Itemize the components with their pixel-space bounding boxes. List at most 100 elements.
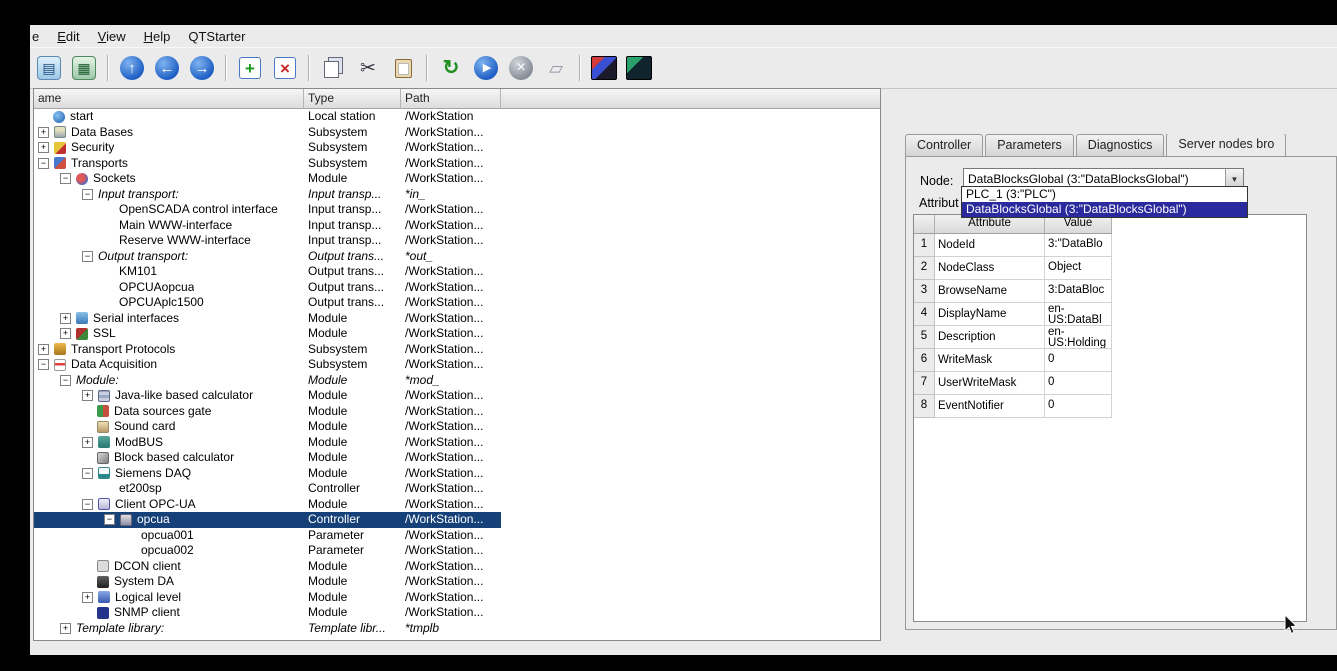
remove-item-icon-button[interactable]: × bbox=[270, 53, 300, 83]
collapse-icon[interactable]: − bbox=[38, 158, 49, 169]
qtstarter-screen-icon-button[interactable] bbox=[624, 53, 654, 83]
tree-row-et200sp[interactable]: et200spController/WorkStation... bbox=[34, 481, 880, 497]
attr-table-row[interactable]: 6WriteMask0 bbox=[914, 349, 1306, 372]
tree-row-data-bases[interactable]: +Data BasesSubsystem/WorkStation... bbox=[34, 125, 880, 141]
collapse-icon[interactable]: − bbox=[82, 499, 93, 510]
tree-row-security[interactable]: +SecuritySubsystem/WorkStation... bbox=[34, 140, 880, 156]
qtstarter-window-icon-button[interactable] bbox=[589, 53, 619, 83]
tree-item-path: /WorkStation... bbox=[401, 559, 501, 575]
refresh-icon-button[interactable]: ↻ bbox=[436, 53, 466, 83]
tree-row-km101[interactable]: KM101Output trans.../WorkStation... bbox=[34, 264, 880, 280]
tree-item-path: /WorkStation... bbox=[401, 574, 501, 590]
tree-row-data-acquisition[interactable]: −Data AcquisitionSubsystem/WorkStation..… bbox=[34, 357, 880, 373]
forward-icon-button[interactable]: → bbox=[187, 53, 217, 83]
collapse-icon[interactable]: − bbox=[82, 189, 93, 200]
tree-row-start[interactable]: startLocal station/WorkStation bbox=[34, 109, 880, 125]
tree-row-input-transport[interactable]: −Input transport:Input transp...*in_ bbox=[34, 187, 880, 203]
attr-table-row[interactable]: 5Descriptionen-US:Holding bbox=[914, 326, 1306, 349]
tab-controller[interactable]: Controller bbox=[905, 134, 983, 156]
tree-row-java-like-based-calculator[interactable]: +Java-like based calculatorModule/WorkSt… bbox=[34, 388, 880, 404]
attr-table-row[interactable]: 8EventNotifier0 bbox=[914, 395, 1306, 418]
start-item-icon-button[interactable]: ▶ bbox=[471, 53, 501, 83]
eraser-icon-button[interactable]: ▱ bbox=[541, 53, 571, 83]
tree-row-dcon-client[interactable]: DCON clientModule/WorkStation... bbox=[34, 559, 880, 575]
tab-parameters[interactable]: Parameters bbox=[985, 134, 1074, 156]
tree-row-output-transport[interactable]: −Output transport:Output trans...*out_ bbox=[34, 249, 880, 265]
expand-icon[interactable]: + bbox=[60, 313, 71, 324]
tree-row-main-www-interface[interactable]: Main WWW-interfaceInput transp.../WorkSt… bbox=[34, 218, 880, 234]
column-header-type[interactable]: Type bbox=[304, 89, 401, 109]
collapse-icon[interactable]: − bbox=[82, 468, 93, 479]
expand-icon[interactable]: + bbox=[82, 592, 93, 603]
tab-server-nodes-bro[interactable]: Server nodes bro bbox=[1166, 134, 1286, 156]
tree-row-transports[interactable]: −TransportsSubsystem/WorkStation... bbox=[34, 156, 880, 172]
tree-row-siemens-daq[interactable]: −Siemens DAQModule/WorkStation... bbox=[34, 466, 880, 482]
expand-icon[interactable]: + bbox=[38, 142, 49, 153]
expand-icon[interactable]: + bbox=[60, 328, 71, 339]
up-icon: ↑ bbox=[120, 56, 144, 80]
paste-icon-button[interactable] bbox=[388, 53, 418, 83]
tree-row-block-based-calculator[interactable]: Block based calculatorModule/WorkStation… bbox=[34, 450, 880, 466]
tree-row-module[interactable]: −Module:Module*mod_ bbox=[34, 373, 880, 389]
tree-item-path: *tmplb bbox=[401, 621, 501, 637]
tree-row-snmp-client[interactable]: SNMP clientModule/WorkStation... bbox=[34, 605, 880, 621]
row-filler bbox=[501, 295, 880, 311]
collapse-icon[interactable]: − bbox=[82, 251, 93, 262]
collapse-icon[interactable]: − bbox=[38, 359, 49, 370]
tree-row-opcua001[interactable]: opcua001Parameter/WorkStation... bbox=[34, 528, 880, 544]
tree-row-data-sources-gate[interactable]: Data sources gateModule/WorkStation... bbox=[34, 404, 880, 420]
tree-row-client-opc-ua[interactable]: −Client OPC-UAModule/WorkStation... bbox=[34, 497, 880, 513]
dropdown-item-plc-1-3-plc[interactable]: PLC_1 (3:"PLC") bbox=[962, 187, 1247, 202]
attr-table-row[interactable]: 7UserWriteMask0 bbox=[914, 372, 1306, 395]
load-db-icon-button[interactable]: ▤ bbox=[34, 53, 64, 83]
menu-item-help[interactable]: Help bbox=[135, 27, 180, 46]
tree-row-sound-card[interactable]: Sound cardModule/WorkStation... bbox=[34, 419, 880, 435]
row-filler bbox=[501, 481, 880, 497]
tab-diagnostics[interactable]: Diagnostics bbox=[1076, 134, 1165, 156]
tree-row-logical-level[interactable]: +Logical levelModule/WorkStation... bbox=[34, 590, 880, 606]
tree-item-label: Sockets bbox=[93, 171, 136, 187]
collapse-icon[interactable]: − bbox=[60, 375, 71, 386]
stop-item-icon-button[interactable]: × bbox=[506, 53, 536, 83]
expand-icon[interactable]: + bbox=[82, 437, 93, 448]
expand-icon[interactable]: + bbox=[82, 390, 93, 401]
tree-row-system-da[interactable]: System DAModule/WorkStation... bbox=[34, 574, 880, 590]
collapse-icon[interactable]: − bbox=[60, 173, 71, 184]
attr-table-row[interactable]: 3BrowseName3:DataBloc bbox=[914, 280, 1306, 303]
tree-row-serial-interfaces[interactable]: +Serial interfacesModule/WorkStation... bbox=[34, 311, 880, 327]
dropdown-item-datablocksglobal-3-datablocksglobal[interactable]: DataBlocksGlobal (3:"DataBlocksGlobal") bbox=[962, 202, 1247, 217]
expand-icon[interactable]: + bbox=[38, 344, 49, 355]
tree-row-ssl[interactable]: +SSLModule/WorkStation... bbox=[34, 326, 880, 342]
menu-item-e[interactable]: e bbox=[30, 27, 48, 46]
menu-item-qtstarter[interactable]: QTStarter bbox=[179, 27, 254, 46]
tree-item-type: Module bbox=[304, 388, 401, 404]
cut-icon-button[interactable]: ✂ bbox=[353, 53, 383, 83]
tree-row-template-library[interactable]: +Template library:Template libr...*tmplb bbox=[34, 621, 880, 637]
tree-row-sockets[interactable]: −SocketsModule/WorkStation... bbox=[34, 171, 880, 187]
tree-row-openscada-control-interface[interactable]: OpenSCADA control interfaceInput transp.… bbox=[34, 202, 880, 218]
up-icon-button[interactable]: ↑ bbox=[117, 53, 147, 83]
back-icon-button[interactable]: ← bbox=[152, 53, 182, 83]
collapse-icon[interactable]: − bbox=[104, 514, 115, 525]
attr-table-row[interactable]: 2NodeClassObject bbox=[914, 257, 1306, 280]
menu-item-edit[interactable]: Edit bbox=[48, 27, 88, 46]
tree-row-opcuaplc1500[interactable]: OPCUAplc1500Output trans.../WorkStation.… bbox=[34, 295, 880, 311]
tree-row-opcua002[interactable]: opcua002Parameter/WorkStation... bbox=[34, 543, 880, 559]
attr-table-row[interactable]: 1NodeId3:"DataBlo bbox=[914, 234, 1306, 257]
save-db-icon-button[interactable]: ▦ bbox=[69, 53, 99, 83]
attr-table-row[interactable]: 4DisplayNameen-US:DataBlo bbox=[914, 303, 1306, 326]
menu-item-view[interactable]: View bbox=[89, 27, 135, 46]
sound-icon bbox=[97, 421, 109, 433]
tree-item-type: Module bbox=[304, 419, 401, 435]
copy-icon-button[interactable] bbox=[318, 53, 348, 83]
expand-icon[interactable]: + bbox=[38, 127, 49, 138]
tree-row-reserve-www-interface[interactable]: Reserve WWW-interfaceInput transp.../Wor… bbox=[34, 233, 880, 249]
column-header-name[interactable]: ame bbox=[34, 89, 304, 109]
tree-row-opcuaopcua[interactable]: OPCUAopcuaOutput trans.../WorkStation... bbox=[34, 280, 880, 296]
tree-row-modbus[interactable]: +ModBUSModule/WorkStation... bbox=[34, 435, 880, 451]
tree-row-transport-protocols[interactable]: +Transport ProtocolsSubsystem/WorkStatio… bbox=[34, 342, 880, 358]
expand-icon[interactable]: + bbox=[60, 623, 71, 634]
add-item-icon-button[interactable]: + bbox=[235, 53, 265, 83]
tree-row-opcua[interactable]: −opcuaController/WorkStation... bbox=[34, 512, 880, 528]
column-header-path[interactable]: Path bbox=[401, 89, 501, 109]
